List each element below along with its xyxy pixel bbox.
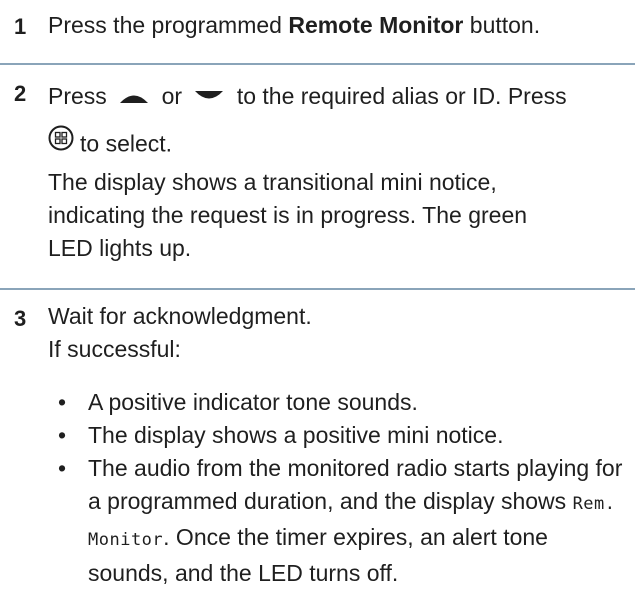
- step-2-description: The display shows a transitional mini no…: [48, 169, 528, 261]
- step-1-text: Press the programmed Remote Monitor butt…: [48, 9, 629, 42]
- list-item-text: The audio from the monitored radio start…: [88, 455, 623, 514]
- bullet: •: [58, 389, 67, 415]
- list-item: • The audio from the monitored radio sta…: [58, 452, 623, 590]
- step-3: 3 Wait for acknowledgment. If successful…: [0, 300, 635, 590]
- step-1: 1 Press the programmed Remote Monitor bu…: [0, 9, 635, 42]
- list-item-text: A positive indicator tone sounds.: [88, 389, 418, 415]
- step-number: 3: [14, 306, 27, 331]
- press-label: Press: [48, 83, 107, 110]
- step-2-line-2: to select.: [48, 125, 629, 166]
- bullet: •: [58, 422, 67, 448]
- up-arrow-icon: [118, 79, 150, 113]
- result-list: • A positive indicator tone sounds. • Th…: [58, 386, 629, 590]
- divider: [0, 63, 635, 65]
- step-1-text-after: button.: [463, 12, 541, 38]
- step-1-text-before: Press the programmed: [48, 12, 289, 38]
- step-2-line-1: Press or to the required alias or ID. Pr…: [48, 79, 629, 117]
- step-2-instruction: to the required alias or ID. Press: [236, 83, 567, 110]
- remote-monitor-label: Remote Monitor: [288, 12, 464, 38]
- list-item-text: The display shows a positive mini notice…: [88, 422, 504, 448]
- select-text: to select.: [80, 130, 173, 157]
- menu-ok-button-icon: [48, 125, 74, 160]
- step-number: 2: [14, 81, 27, 106]
- list-item: • The display shows a positive mini noti…: [58, 419, 629, 452]
- step-3-line-2: If successful:: [48, 336, 181, 362]
- down-arrow-icon: [193, 79, 225, 113]
- step-2: 2 Press or to the required alias or ID. …: [0, 79, 635, 265]
- or-label: or: [161, 83, 183, 110]
- list-item: • A positive indicator tone sounds.: [58, 386, 629, 419]
- bullet: •: [58, 455, 67, 481]
- step-number: 1: [14, 14, 27, 39]
- divider: [0, 288, 635, 290]
- step-3-line-1: Wait for acknowledgment.: [48, 303, 312, 329]
